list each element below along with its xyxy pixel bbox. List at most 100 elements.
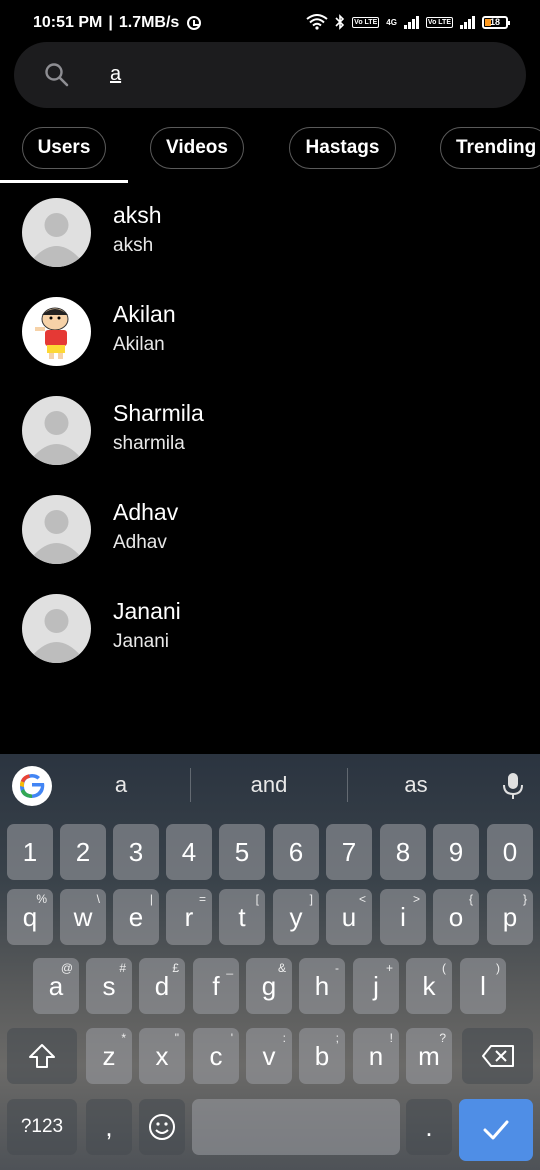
backspace-key[interactable] (462, 1028, 533, 1084)
comma-key[interactable]: , (86, 1099, 132, 1155)
avatar-placeholder (22, 396, 91, 465)
status-time: 10:51 PM (33, 14, 103, 31)
user-row-akilan[interactable]: Akilan Akilan (0, 297, 540, 387)
key-x[interactable]: x " (139, 1028, 185, 1084)
key-a[interactable]: a @ (33, 958, 79, 1014)
user-row-adhav[interactable]: Adhav Adhav (0, 495, 540, 585)
status-left: 10:51 PM | 1.7MB/s (33, 14, 202, 32)
shift-key[interactable] (7, 1028, 77, 1084)
key-0[interactable]: 0 (487, 824, 533, 880)
network-type: 4G (386, 17, 397, 27)
user-handle: Adhav (113, 532, 167, 553)
shift-icon (29, 1044, 55, 1068)
tab-users[interactable]: Users (22, 127, 106, 169)
mic-icon[interactable] (501, 771, 525, 801)
user-row-janani[interactable]: Janani Janani (0, 594, 540, 684)
status-speed: 1.7MB/s (118, 14, 180, 31)
key-8[interactable]: 8 (380, 824, 426, 880)
keyboard: a and as 1 2 3 4 5 6 7 8 9 0 q% w \ e | r =… (0, 754, 540, 1170)
person-icon (32, 213, 81, 267)
key-c[interactable]: c ' (193, 1028, 239, 1084)
key-t[interactable]: t[ (219, 889, 265, 945)
space-key[interactable] (192, 1099, 400, 1155)
key-g[interactable]: g & (246, 958, 292, 1014)
key-9[interactable]: 9 (433, 824, 479, 880)
suggestion-1[interactable]: a (61, 772, 181, 798)
battery-icon: 18 (482, 15, 510, 29)
key-f[interactable]: f _ (193, 958, 239, 1014)
tab-videos[interactable]: Videos (150, 127, 244, 169)
key-z[interactable]: z * (86, 1028, 132, 1084)
status-bar: 10:51 PM | 1.7MB/s Vo LTE 4G Vo LTE 18 (0, 0, 540, 46)
key-6[interactable]: 6 (273, 824, 319, 880)
alarm-icon (187, 16, 202, 30)
key-j[interactable]: j + (353, 958, 399, 1014)
cartoon-avatar-image (35, 307, 69, 359)
tab-hashtags[interactable]: Hastags (289, 127, 396, 169)
user-handle: Akilan (113, 334, 165, 355)
key-b[interactable]: b; (299, 1028, 345, 1084)
emoji-key[interactable] (139, 1099, 185, 1155)
key-s[interactable]: s # (86, 958, 132, 1014)
user-name: Akilan (113, 301, 176, 327)
enter-key[interactable] (459, 1099, 533, 1161)
status-right: Vo LTE 4G Vo LTE 18 (306, 14, 510, 30)
key-v[interactable]: v: (246, 1028, 292, 1084)
key-h[interactable]: h- (299, 958, 345, 1014)
signal-icon-2 (460, 15, 475, 29)
period-key[interactable]: . (406, 1099, 452, 1155)
key-e[interactable]: e | (113, 889, 159, 945)
user-row-sharmila[interactable]: Sharmila sharmila (0, 396, 540, 486)
suggestion-2[interactable]: and (209, 772, 329, 798)
user-name: Adhav (113, 499, 179, 525)
search-bar[interactable]: a (14, 42, 526, 108)
signal-icon-1 (403, 15, 419, 29)
checkmark-icon (483, 1120, 509, 1140)
backspace-icon (481, 1045, 514, 1067)
google-icon[interactable] (12, 766, 52, 806)
key-p[interactable]: p} (487, 889, 533, 945)
user-name: Janani (113, 598, 181, 624)
suggestion-3[interactable]: as (356, 772, 476, 798)
key-o[interactable]: o{ (433, 889, 479, 945)
key-y[interactable]: y] (273, 889, 319, 945)
key-5[interactable]: 5 (219, 824, 265, 880)
key-4[interactable]: 4 (166, 824, 212, 880)
user-name: aksh (113, 202, 162, 228)
search-icon (45, 63, 69, 87)
user-name: Sharmila (113, 400, 204, 426)
person-icon (32, 510, 81, 564)
suggestion-bar: a and as (0, 754, 540, 818)
active-tab-indicator (0, 180, 128, 183)
key-n[interactable]: n! (353, 1028, 399, 1084)
volte-badge-1: Vo LTE (352, 16, 380, 28)
key-w[interactable]: w \ (60, 889, 106, 945)
search-input[interactable]: a (110, 63, 121, 86)
person-icon (32, 609, 81, 663)
symbols-key[interactable]: ?123 (7, 1099, 77, 1155)
tab-bar: Users Videos Hastags Trending (0, 124, 540, 184)
key-1[interactable]: 1 (7, 824, 53, 880)
key-m[interactable]: m? (406, 1028, 452, 1084)
divider (347, 768, 348, 802)
avatar-cartoon (22, 297, 91, 366)
wifi-icon (306, 14, 328, 30)
key-q[interactable]: q% (7, 889, 53, 945)
user-handle: aksh (113, 235, 154, 256)
key-k[interactable]: k( (406, 958, 452, 1014)
user-row-aksh[interactable]: aksh aksh (0, 198, 540, 288)
key-l[interactable]: l) (460, 958, 506, 1014)
key-3[interactable]: 3 (113, 824, 159, 880)
key-r[interactable]: r = (166, 889, 212, 945)
key-2[interactable]: 2 (60, 824, 106, 880)
bluetooth-icon (335, 14, 345, 30)
tab-trending[interactable]: Trending (440, 127, 540, 169)
key-d[interactable]: d £ (139, 958, 185, 1014)
person-icon (32, 411, 81, 465)
emoji-icon (149, 1114, 175, 1140)
key-7[interactable]: 7 (326, 824, 372, 880)
avatar-placeholder (22, 198, 91, 267)
user-handle: Janani (113, 631, 169, 652)
key-u[interactable]: u < (326, 889, 372, 945)
key-i[interactable]: i > (380, 889, 426, 945)
